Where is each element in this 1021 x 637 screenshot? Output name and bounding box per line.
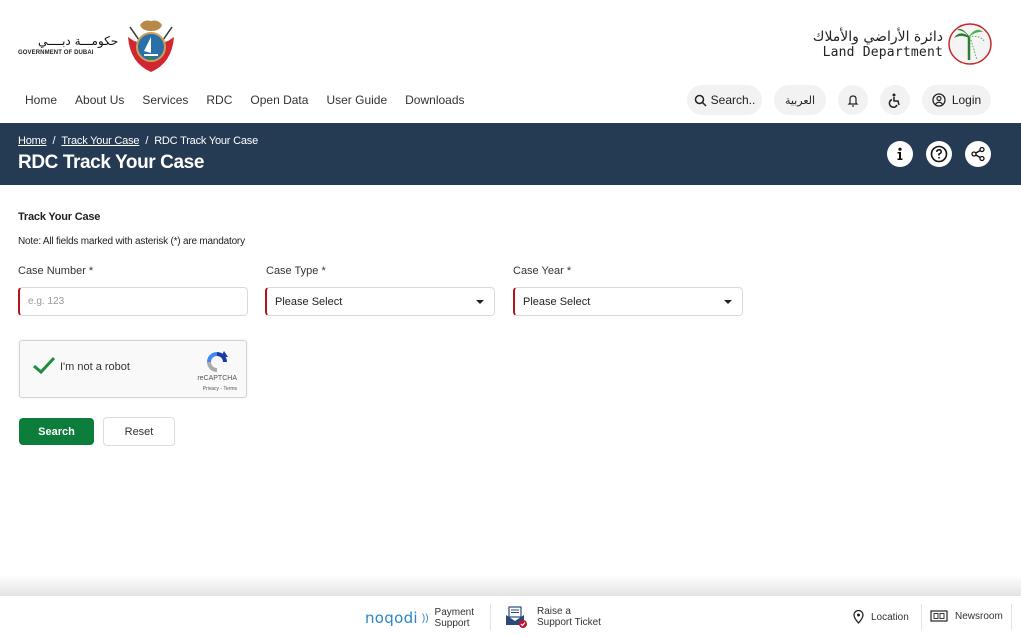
- dld-logo-english: Land Department: [822, 44, 943, 60]
- search-button[interactable]: Search..: [687, 85, 762, 115]
- chevron-down-icon: [724, 300, 732, 304]
- breadcrumb-home[interactable]: Home: [18, 135, 47, 147]
- footer-divider: [1011, 604, 1012, 630]
- login-label: Login: [951, 93, 982, 107]
- contactless-icon: )): [421, 612, 429, 624]
- checkmark-icon: [33, 356, 56, 375]
- reset-button[interactable]: Reset: [103, 417, 175, 446]
- case-type-select[interactable]: Please Select: [265, 287, 495, 316]
- notifications-button[interactable]: [838, 85, 868, 115]
- nav-link-downloads[interactable]: Downloads: [405, 93, 464, 107]
- recaptcha-brand: reCAPTCHA: [197, 375, 237, 382]
- top-header: حكومـــة دبــــي GOVERNMENT OF DUBAI دائ…: [0, 0, 1021, 85]
- nav-link-about-us[interactable]: About Us: [75, 93, 124, 107]
- breadcrumb-track-your-case[interactable]: Track Your Case: [61, 135, 139, 147]
- share-icon: [971, 146, 985, 162]
- accessibility-icon: [888, 93, 900, 108]
- gov-logo-arabic: حكومـــة دبــــي: [38, 34, 119, 48]
- form-title: Track Your Case: [18, 211, 101, 223]
- case-year-selected-value: Please Select: [523, 295, 591, 308]
- palm-tree-logo-icon: [948, 23, 992, 65]
- breadcrumb: Home / Track Your Case / RDC Track Your …: [18, 135, 258, 147]
- case-number-field-wrapper: [18, 287, 248, 316]
- support-ticket-line1: Raise a: [537, 606, 571, 617]
- location-pin-icon: [853, 610, 864, 624]
- page-title: RDC Track Your Case: [18, 152, 204, 173]
- info-icon: [897, 147, 903, 160]
- government-of-dubai-logo[interactable]: حكومـــة دبــــي GOVERNMENT OF DUBAI: [18, 17, 178, 73]
- info-button[interactable]: [887, 141, 913, 167]
- search-icon: [694, 94, 707, 107]
- footer-divider: [490, 604, 491, 630]
- bell-icon: [847, 94, 859, 107]
- recaptcha-logo-icon: [207, 351, 228, 372]
- envelope-ticket-icon: [506, 606, 527, 628]
- mandatory-note: Note: All fields marked with asterisk (*…: [18, 236, 245, 247]
- main-navigation: Home About Us Services RDC Open Data Use…: [0, 85, 1021, 123]
- nav-link-home[interactable]: Home: [25, 93, 57, 107]
- language-toggle-button[interactable]: العربية: [774, 85, 826, 115]
- newsroom-label: Newsroom: [955, 610, 1003, 622]
- gov-logo-english: GOVERNMENT OF DUBAI: [18, 50, 94, 56]
- footer-divider: [921, 604, 922, 630]
- footer-bar: noqodi )) Payment Support Raise a Suppor…: [0, 596, 1021, 637]
- page-banner: Home / Track Your Case / RDC Track Your …: [0, 123, 1021, 185]
- case-number-label: Case Number *: [18, 265, 94, 277]
- payment-support-link[interactable]: noqodi )) Payment Support: [365, 607, 474, 629]
- nav-link-open-data[interactable]: Open Data: [250, 93, 308, 107]
- login-button[interactable]: Login: [922, 85, 991, 115]
- dubai-emblem-icon: [128, 20, 175, 72]
- nav-links: Home About Us Services RDC Open Data Use…: [25, 93, 465, 107]
- nav-tools: Search.. العربية Login: [687, 85, 991, 115]
- newsroom-link[interactable]: Newsroom: [930, 610, 1003, 622]
- support-ticket-line2: Support Ticket: [537, 617, 601, 628]
- nav-link-user-guide[interactable]: User Guide: [326, 93, 387, 107]
- share-button[interactable]: [965, 141, 991, 167]
- newspaper-icon: [930, 610, 948, 622]
- case-type-selected-value: Please Select: [275, 295, 343, 308]
- case-year-select[interactable]: Please Select: [513, 287, 743, 316]
- user-circle-icon: [932, 93, 946, 107]
- raise-support-ticket-link[interactable]: Raise a Support Ticket: [505, 606, 601, 628]
- chevron-down-icon: [476, 300, 484, 304]
- location-label: Location: [871, 611, 909, 623]
- case-year-label: Case Year *: [513, 265, 572, 277]
- dld-logo-arabic: دائرة الأراضي والأملاك: [812, 28, 943, 45]
- search-label: Search..: [710, 93, 756, 107]
- help-icon: [930, 145, 948, 163]
- footer-shadow: [0, 575, 1021, 596]
- payment-support-line2: Support: [434, 618, 470, 629]
- nav-link-rdc[interactable]: RDC: [206, 93, 232, 107]
- case-number-input[interactable]: [28, 296, 247, 307]
- recaptcha-widget: I'm not a robot reCAPTCHA Privacy - Term…: [19, 340, 247, 398]
- breadcrumb-separator: /: [145, 135, 149, 147]
- land-department-logo[interactable]: دائرة الأراضي والأملاك Land Department: [813, 22, 993, 66]
- recaptcha-label: I'm not a robot: [60, 361, 130, 373]
- breadcrumb-separator: /: [52, 135, 56, 147]
- payment-support-line1: Payment: [434, 607, 475, 618]
- breadcrumb-current: RDC Track Your Case: [154, 135, 258, 147]
- case-type-label: Case Type *: [266, 265, 326, 277]
- help-button[interactable]: [926, 141, 952, 167]
- search-submit-button[interactable]: Search: [19, 418, 94, 445]
- recaptcha-terms-link[interactable]: Privacy - Terms: [203, 386, 237, 392]
- noqodi-logo: noqodi: [365, 609, 418, 627]
- accessibility-button[interactable]: [880, 85, 910, 115]
- nav-link-services[interactable]: Services: [142, 93, 188, 107]
- recaptcha-checkbox[interactable]: [32, 355, 56, 380]
- banner-actions: [887, 141, 991, 167]
- location-link[interactable]: Location: [853, 610, 909, 624]
